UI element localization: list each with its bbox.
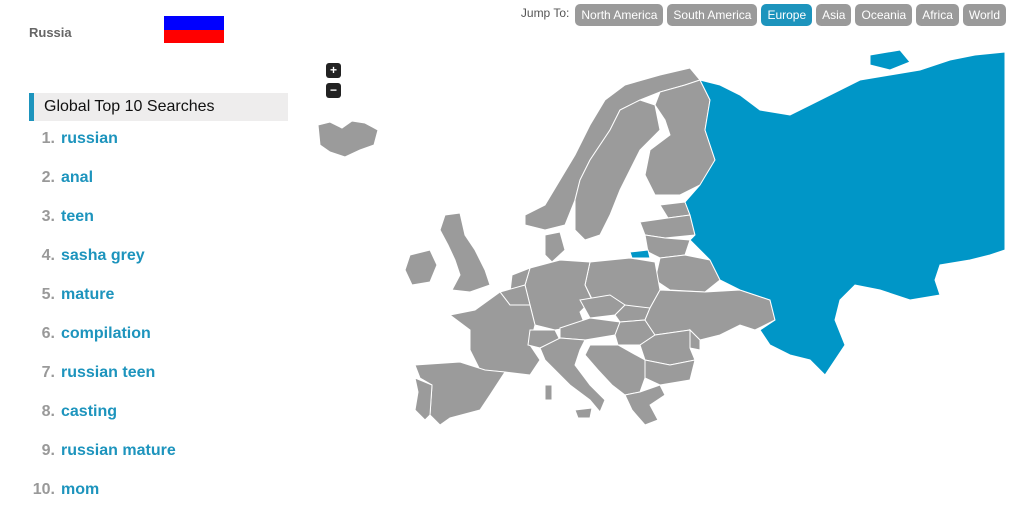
region-button-north-america[interactable]: North America — [575, 4, 664, 26]
search-list-item: 4. sasha grey — [29, 247, 176, 286]
country-ireland[interactable] — [404, 249, 438, 286]
search-rank: 7. — [41, 364, 55, 381]
country-sicily[interactable] — [574, 407, 593, 419]
top-searches-title: Global Top 10 Searches — [29, 93, 288, 121]
country-lithuania[interactable] — [644, 234, 691, 259]
region-button-africa[interactable]: Africa — [916, 4, 959, 26]
country-ukraine[interactable] — [644, 289, 776, 341]
search-term-link[interactable]: sasha grey — [61, 247, 145, 265]
search-rank: 5. — [41, 286, 55, 303]
country-name: Russia — [29, 25, 72, 40]
region-button-europe[interactable]: Europe — [761, 4, 813, 26]
search-term-link[interactable]: casting — [61, 403, 117, 421]
search-term-link[interactable]: compilation — [61, 325, 151, 343]
russia-novaya-zemlya[interactable] — [869, 49, 911, 71]
search-rank: 6. — [41, 325, 55, 342]
search-term-link[interactable]: anal — [61, 169, 93, 187]
search-rank: 2. — [41, 169, 55, 186]
search-list-item: 2. anal — [29, 169, 176, 208]
search-rank: 4. — [41, 247, 55, 264]
search-list-item: 8. casting — [29, 403, 176, 442]
country-portugal[interactable] — [414, 377, 433, 421]
flag-stripe-blue — [164, 16, 224, 30]
flag-stripe-white — [164, 3, 224, 17]
country-iceland[interactable] — [317, 120, 379, 158]
region-button-oceania[interactable]: Oceania — [855, 4, 913, 26]
search-list-item: 6. compilation — [29, 325, 176, 364]
country-sardinia[interactable] — [544, 384, 553, 401]
flag-stripe-red — [164, 29, 224, 43]
country-russia-kaliningrad[interactable] — [629, 249, 651, 259]
region-button-south-america[interactable]: South America — [667, 4, 758, 26]
country-flag — [164, 3, 224, 43]
search-term-link[interactable]: russian teen — [61, 364, 155, 382]
country-uk[interactable] — [439, 212, 491, 293]
search-list-item: 3. teen — [29, 208, 176, 247]
search-term-link[interactable]: mom — [61, 481, 99, 499]
search-list-item: 1. russian — [29, 130, 176, 169]
europe-map[interactable] — [310, 45, 1018, 505]
region-jump-bar: Jump To: North America South America Europ… — [521, 4, 1006, 26]
search-term-link[interactable]: teen — [61, 208, 94, 226]
search-term-link[interactable]: russian — [61, 130, 118, 148]
region-button-asia[interactable]: Asia — [816, 4, 852, 26]
search-list-item: 5. mature — [29, 286, 176, 325]
search-rank: 1. — [41, 130, 55, 147]
country-denmark[interactable] — [544, 231, 566, 263]
top-searches-list: 1. russian 2. anal 3. teen 4. sasha grey 5. matur… — [29, 130, 176, 520]
jump-to-label: Jump To: — [520, 6, 570, 20]
search-rank: 9. — [41, 442, 55, 459]
region-button-world[interactable]: World — [962, 4, 1006, 26]
country-germany[interactable] — [524, 259, 593, 331]
search-rank: 8. — [41, 403, 55, 420]
search-term-link[interactable]: mature — [61, 286, 114, 304]
search-list-item: 9. russian mature — [29, 442, 176, 481]
search-list-item: 10. mom — [29, 481, 176, 520]
search-rank: 10. — [32, 481, 55, 498]
search-term-link[interactable]: russian mature — [61, 442, 176, 460]
country-latvia[interactable] — [639, 214, 696, 239]
region-buttons: North America South America Europe Asia Ocea… — [575, 4, 1006, 26]
search-list-item: 7. russian teen — [29, 364, 176, 403]
country-balkans[interactable] — [584, 344, 646, 396]
search-rank: 3. — [41, 208, 55, 225]
